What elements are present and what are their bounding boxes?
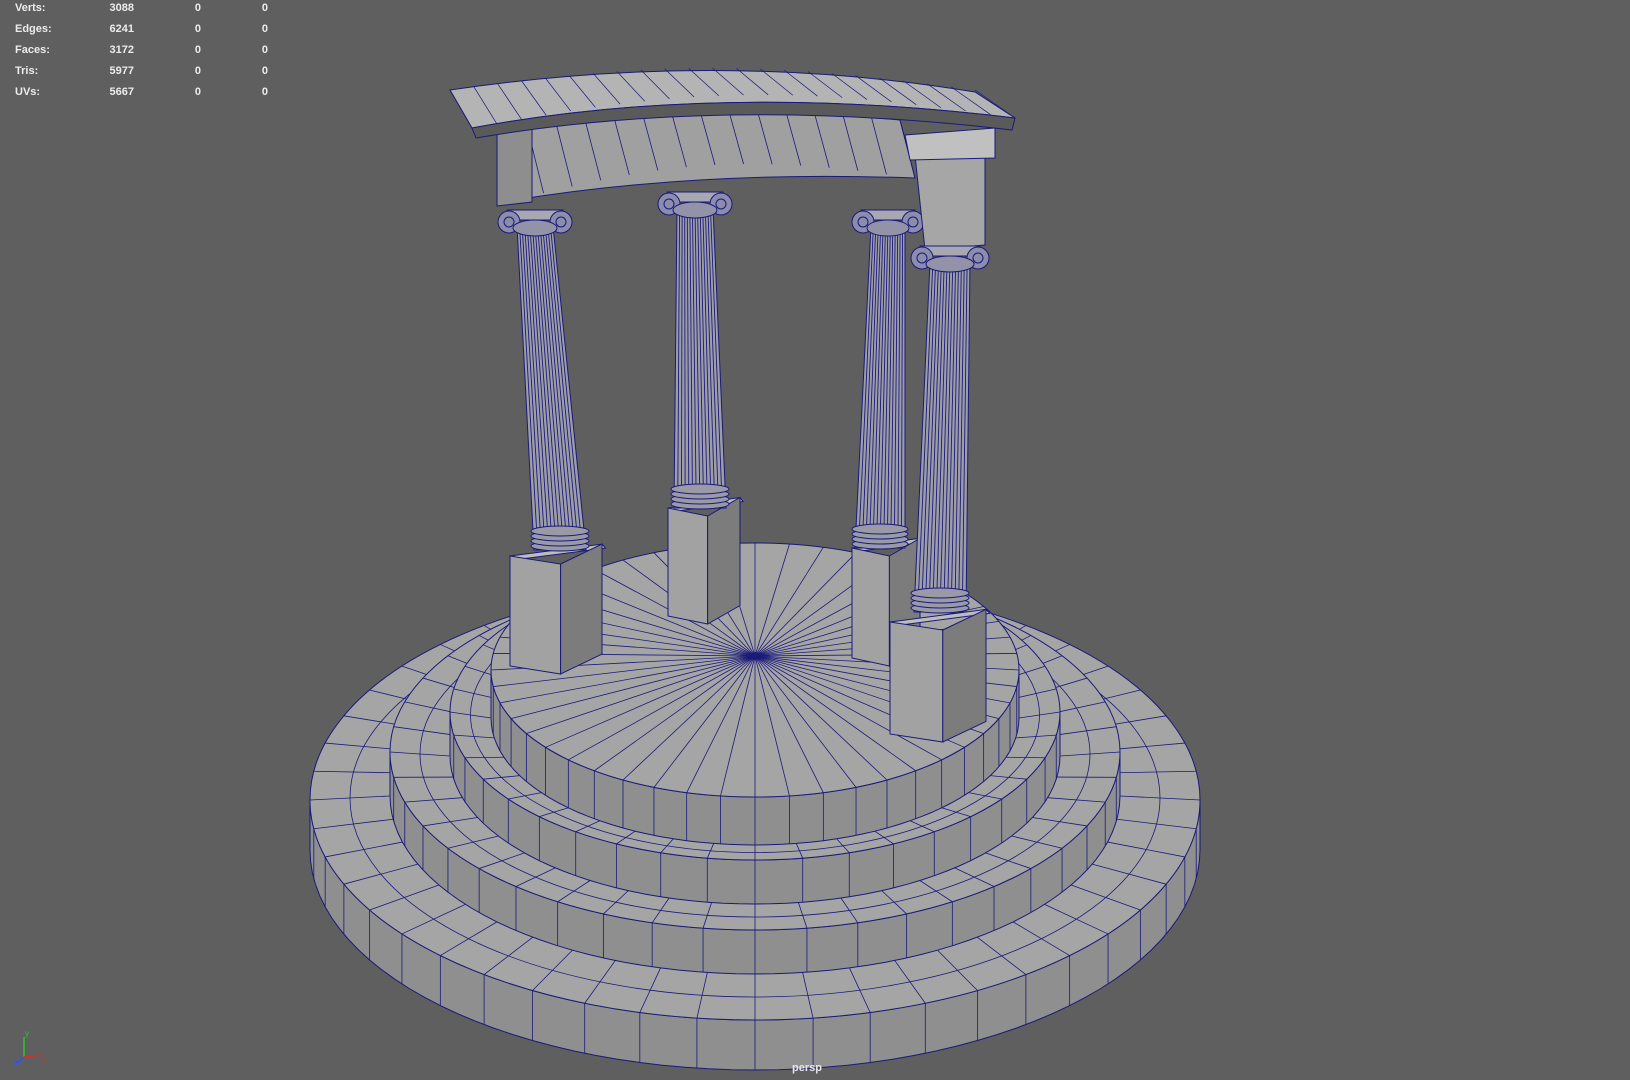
end-block-left — [496, 123, 533, 207]
column-base-ring — [851, 523, 909, 535]
camera-label: persp — [792, 1062, 822, 1074]
column — [657, 191, 733, 510]
x-axis-label: x — [42, 1055, 46, 1064]
column-echinus — [925, 255, 975, 273]
column-echinus — [866, 219, 910, 237]
pedestal-front — [851, 547, 890, 667]
y-axis-label: y — [25, 1030, 29, 1038]
column-echinus — [672, 201, 718, 219]
column-base-ring — [670, 483, 730, 495]
pedestal-side — [707, 496, 741, 625]
pedestal-front — [667, 507, 709, 625]
stepped-base[interactable] — [309, 542, 1201, 1071]
temple-model[interactable] — [0, 0, 1630, 1080]
pedestal-side — [942, 608, 987, 743]
column — [497, 209, 590, 552]
pedestal — [888, 608, 991, 743]
column — [910, 245, 990, 614]
pedestal-front — [509, 555, 562, 675]
column-base-ring — [910, 587, 970, 599]
x-axis-line — [23, 1054, 43, 1058]
end-block-right-cap — [904, 127, 996, 161]
column-echinus — [512, 219, 558, 237]
axis-gizmo-icon: y x z — [14, 1030, 46, 1066]
columns[interactable] — [497, 191, 925, 552]
column-base-ring — [530, 525, 590, 537]
pedestal — [509, 543, 607, 675]
pedestal — [667, 496, 744, 625]
end-block-right — [914, 149, 986, 251]
pedestal-side — [560, 543, 603, 675]
pedestal-front — [889, 621, 944, 743]
center-vertex — [751, 652, 759, 660]
3d-viewport[interactable]: Verts: 3088 0 0 Edges: 6241 0 0 Faces: 3… — [0, 0, 1630, 1080]
z-axis-label: z — [14, 1058, 18, 1066]
z-axis-line — [16, 1056, 25, 1064]
